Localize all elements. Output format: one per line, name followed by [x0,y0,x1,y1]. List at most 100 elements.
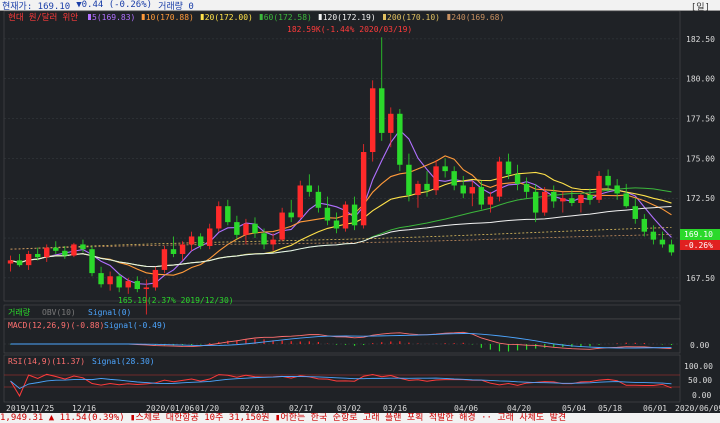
candle-body [442,166,448,172]
macd-bar [390,341,392,344]
macd-bar [616,343,618,344]
candle-body [16,260,23,266]
candle-body [116,276,122,288]
high-annotation: 182.59K(-1.44% 2020/03/19) [287,25,412,34]
macd-bar [335,344,338,345]
candle-body [469,187,475,194]
candle-body [560,198,566,202]
price-tick: 175.00 [686,154,715,163]
macd-bar [643,343,645,344]
legend-swatch [318,14,322,20]
candle-body [415,183,421,196]
price-tick: 172.50 [686,194,715,203]
candle-body [179,244,186,254]
candle-body [152,269,159,288]
candle-body [433,166,439,191]
candle-body [98,273,104,285]
macd-bar [453,343,455,344]
rsi-signal-label: Signal(28.30) [92,357,155,366]
macd-bar [209,343,211,344]
date-tick: 2019/11/25 [6,404,54,413]
chart-title: 현대 원/달러 위안 [8,12,78,23]
stock-chart[interactable]: 현대 원/달러 위안 5(169.83) 10(170.88) 20(172.00)… [0,11,720,413]
macd-bar [625,342,627,344]
macd-signal-label: Signal(-0.49) [104,321,167,330]
candle-body [44,247,50,258]
candle-body [197,236,204,247]
macd-bar [489,344,491,350]
news-ticker[interactable]: 1,949.31 ▲ 11.54(0.39%) ▮스체로 대한항공 10주 31… [0,413,720,423]
macd-axis-tick: 0.00 [690,341,709,350]
candle-body [397,113,403,165]
macd-bar [598,344,600,345]
legend-item-ma: 60(172.58) [264,13,312,22]
candle-body [614,185,620,194]
candle-body [107,276,113,285]
candle-body [270,239,276,245]
candle-body [424,183,430,191]
candle-body [632,206,638,219]
candle-body [34,253,41,258]
candle-body [641,218,648,232]
legend-item-ma: 200(170.10) [387,13,440,22]
macd-bar [562,344,564,348]
legend-swatch [88,14,91,20]
rsi-tick-0: 0.00 [692,391,711,400]
macd-bar [281,340,283,344]
macd-bar [299,341,301,344]
candle-body [369,88,376,153]
candle-body [342,204,349,229]
price-panel [3,11,681,302]
current-price-label: 현재가: 169.10 [2,1,71,12]
candle-body [62,250,68,256]
candle-body [134,281,140,290]
macd-bar [634,342,636,344]
volume-label: 거래량 0 [158,1,194,12]
price-tick: 177.50 [686,115,715,124]
candle-body [225,206,231,223]
candle-body [587,195,593,200]
candle-body [161,249,168,270]
candle-body [252,223,258,234]
current-change-value: -0.26% [684,241,713,250]
macd-bar [245,339,247,344]
candle-body [514,174,521,184]
macd-bar [670,344,673,346]
candle-body [406,164,412,196]
top-info-bar: 현재가: 169.10 ▼0.44 (-0.26%) 거래량 0 [일] [0,0,720,13]
candle-body [505,161,512,175]
candle-body [207,228,213,247]
candle-body [7,260,14,264]
price-tick: 180.00 [686,75,715,84]
candle-body [360,152,367,226]
date-tick: 06/01 [643,404,667,413]
candle-body [333,220,340,229]
candle-body [315,191,322,208]
macd-bar [399,341,401,344]
macd-bar [344,344,347,345]
macd-bar [444,343,446,344]
candle-body [170,249,177,254]
candle-body [623,193,629,207]
candle-body [659,239,666,245]
volume-label-3: Signal(0) [88,308,131,317]
macd-bar [462,342,464,344]
candle-body [234,222,240,235]
date-tick: 04/20 [507,404,531,413]
candle-body [668,244,675,253]
price-tick: 167.50 [686,274,715,283]
candle-body [279,212,285,240]
macd-bar [480,344,482,348]
candle-body [460,185,466,194]
macd-bar [353,344,356,346]
macd-bar [290,341,292,344]
date-tick: 03/16 [383,404,407,413]
legend-swatch [200,14,204,20]
candle-body [451,171,457,186]
legend-item-ma: 120(172.19) [323,13,376,22]
macd-bar [317,341,319,344]
candle-body [379,88,385,133]
candle-body [596,175,602,200]
candle-body [125,281,131,288]
candle-body [324,207,331,221]
